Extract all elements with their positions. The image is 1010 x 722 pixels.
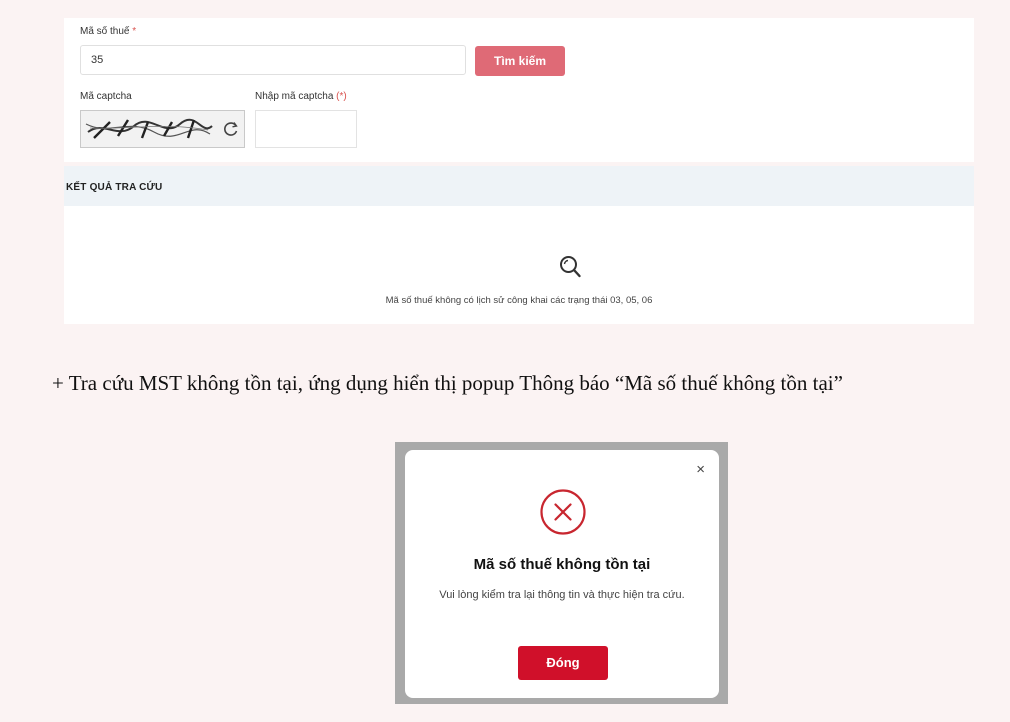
- document-paragraph: + Tra cứu MST không tồn tại, ứng dụng hi…: [52, 371, 843, 395]
- error-circle-x-icon: [540, 489, 586, 535]
- close-button[interactable]: Đóng: [518, 646, 608, 680]
- tax-code-value: 35: [91, 54, 104, 66]
- captcha-label: Mã captcha: [80, 91, 132, 102]
- captcha-image: [85, 118, 213, 139]
- search-form: Mã số thuế * 35 Tìm kiếm Mã captcha Nhập…: [64, 18, 974, 162]
- captcha-input-label-text: Nhập mã captcha: [255, 91, 334, 102]
- refresh-icon[interactable]: [221, 119, 241, 139]
- search-icon: [560, 256, 581, 278]
- popup-message: Vui lòng kiểm tra lại thông tin và thực …: [439, 589, 685, 601]
- tax-code-input[interactable]: 35: [80, 45, 466, 75]
- result-message: Mã số thuế không có lịch sử công khai cá…: [385, 295, 653, 306]
- error-popup: × Mã số thuế không tồn tại Vui lòng kiểm…: [405, 450, 719, 698]
- result-title: KẾT QUẢ TRA CỨU: [66, 182, 163, 193]
- close-icon[interactable]: ×: [696, 462, 705, 477]
- search-button[interactable]: Tìm kiếm: [475, 46, 565, 76]
- popup-overlay: × Mã số thuế không tồn tại Vui lòng kiểm…: [395, 442, 728, 704]
- result-body: Mã số thuế không có lịch sử công khai cá…: [64, 206, 974, 324]
- tax-code-label: Mã số thuế *: [80, 26, 136, 37]
- captcha-input[interactable]: [255, 110, 357, 148]
- captcha-input-label: Nhập mã captcha (*): [255, 91, 347, 102]
- tax-code-label-text: Mã số thuế: [80, 26, 130, 37]
- popup-title: Mã số thuế không tồn tại: [473, 556, 651, 573]
- captcha-image-box: [80, 110, 245, 148]
- required-mark: (*): [336, 91, 347, 102]
- required-mark: *: [132, 26, 137, 37]
- result-header: KẾT QUẢ TRA CỨU: [64, 166, 974, 206]
